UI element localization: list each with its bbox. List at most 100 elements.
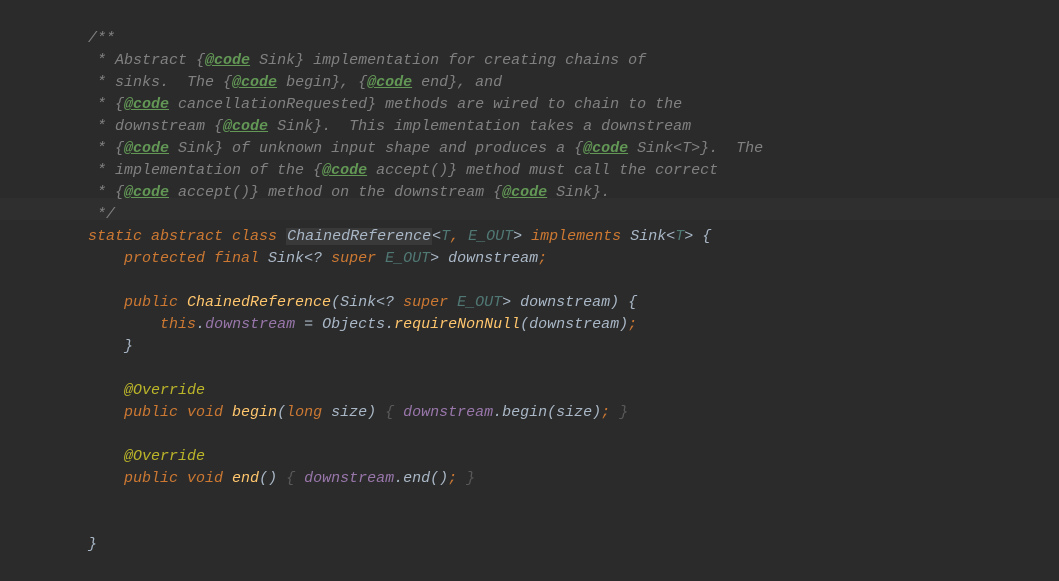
code-line[interactable] <box>52 490 1059 512</box>
code-editor[interactable]: /** * Abstract {@code Sink} implementati… <box>0 0 1059 556</box>
token-default: downstream <box>448 250 538 267</box>
token-default: downstream) { <box>520 294 637 311</box>
indent <box>52 184 88 201</box>
indent <box>52 338 124 355</box>
token-doc-tag: @code <box>322 162 367 179</box>
code-line[interactable]: public void end() { downstream.end(); } <box>52 468 1059 490</box>
token-comment: Sink} of unknown input shape and produce… <box>169 140 583 157</box>
code-line[interactable]: /** <box>52 28 1059 50</box>
token-annotation: @Override <box>124 382 205 399</box>
code-line[interactable]: } <box>52 534 1059 556</box>
indent <box>52 228 88 245</box>
code-line[interactable]: * {@code Sink} of unknown input shape an… <box>52 138 1059 160</box>
token-keyword: public void <box>124 470 232 487</box>
token-keyword: static abstract class <box>88 228 286 245</box>
indent <box>52 162 88 179</box>
token-annotation: @Override <box>124 448 205 465</box>
code-line[interactable]: static abstract class ChainedReference<T… <box>52 226 1059 248</box>
code-line[interactable]: protected final Sink<? super E_OUT> down… <box>52 248 1059 270</box>
code-line[interactable]: public void begin(long size) { downstrea… <box>52 402 1059 424</box>
token-doc-tag: @code <box>583 140 628 157</box>
code-line[interactable]: this.downstream = Objects.requireNonNull… <box>52 314 1059 336</box>
code-line[interactable]: * {@code accept()} method on the downstr… <box>52 182 1059 204</box>
token-classname-def: ChainedReference <box>286 228 432 245</box>
token-comment: Sink}. This implementation takes a downs… <box>268 118 691 135</box>
token-method-static-italic: requireNonNull <box>394 316 520 333</box>
token-generic: > <box>430 250 448 267</box>
token-semi: ; <box>448 470 466 487</box>
token-generic: < <box>666 228 675 245</box>
token-default: . <box>196 316 205 333</box>
indent <box>52 74 88 91</box>
token-semi: , <box>450 228 468 245</box>
code-line[interactable]: @Override <box>52 380 1059 402</box>
token-default: ( <box>331 294 340 311</box>
code-line[interactable] <box>52 270 1059 292</box>
indent <box>52 294 124 311</box>
code-line[interactable] <box>52 358 1059 380</box>
token-generic: <? <box>376 294 403 311</box>
indent <box>52 316 160 333</box>
code-line[interactable]: * {@code cancellationRequested} methods … <box>52 94 1059 116</box>
token-keyword: implements <box>531 228 630 245</box>
code-line[interactable]: public ChainedReference(Sink<? super E_O… <box>52 292 1059 314</box>
token-keyword: public <box>124 294 187 311</box>
token-semi: ; <box>628 316 637 333</box>
token-comment: * { <box>88 96 124 113</box>
indent <box>52 536 88 553</box>
token-doc-tag: @code <box>205 52 250 69</box>
token-type-param: E_OUT <box>468 228 513 245</box>
token-comment: */ <box>88 206 115 223</box>
token-doc-tag: @code <box>223 118 268 135</box>
code-line[interactable]: * sinks. The {@code begin}, {@code end},… <box>52 72 1059 94</box>
token-brace-dim: } <box>466 470 475 487</box>
token-comment: accept()} method on the downstream { <box>169 184 502 201</box>
token-doc-tag: @code <box>502 184 547 201</box>
indent <box>52 96 88 113</box>
code-line[interactable] <box>52 512 1059 534</box>
token-default: (downstream) <box>520 316 628 333</box>
code-line[interactable] <box>52 424 1059 446</box>
token-type-param: E_OUT <box>385 250 430 267</box>
token-doc-tag: @code <box>367 74 412 91</box>
token-method: end <box>232 470 259 487</box>
token-brace-dim: { <box>286 470 304 487</box>
token-classname: Sink <box>268 250 304 267</box>
token-doc-tag: @code <box>124 140 169 157</box>
token-default: () <box>259 470 286 487</box>
token-comment: accept()} method must call the correct <box>367 162 718 179</box>
code-line[interactable]: * implementation of the {@code accept()}… <box>52 160 1059 182</box>
indent <box>52 470 124 487</box>
token-generic: > <box>684 228 702 245</box>
token-default: { <box>702 228 711 245</box>
token-generic: < <box>432 228 441 245</box>
code-line[interactable]: @Override <box>52 446 1059 468</box>
indent <box>52 118 88 135</box>
token-method: begin <box>232 404 277 421</box>
token-comment: * sinks. The { <box>88 74 232 91</box>
token-this-kw: this <box>160 316 196 333</box>
token-default: = Objects. <box>295 316 394 333</box>
indent <box>52 30 88 47</box>
token-comment: * downstream { <box>88 118 223 135</box>
token-type-param: T <box>675 228 684 245</box>
token-comment: begin}, { <box>277 74 367 91</box>
token-default: } <box>124 338 133 355</box>
code-line[interactable]: * downstream {@code Sink}. This implemen… <box>52 116 1059 138</box>
token-keyword: long <box>286 404 331 421</box>
token-doc-tag: @code <box>124 184 169 201</box>
token-brace-dim: } <box>619 404 628 421</box>
code-line[interactable]: */ <box>52 204 1059 226</box>
token-comment: * { <box>88 140 124 157</box>
token-doc-tag: @code <box>124 96 169 113</box>
indent <box>52 140 88 157</box>
token-keyword: protected final <box>124 250 268 267</box>
token-keyword: public void <box>124 404 232 421</box>
token-semi: ; <box>538 250 547 267</box>
indent <box>52 448 124 465</box>
indent <box>52 206 88 223</box>
code-line[interactable]: } <box>52 336 1059 358</box>
code-line[interactable]: * Abstract {@code Sink} implementation f… <box>52 50 1059 72</box>
token-type-param: E_OUT <box>457 294 502 311</box>
token-comment: * { <box>88 184 124 201</box>
